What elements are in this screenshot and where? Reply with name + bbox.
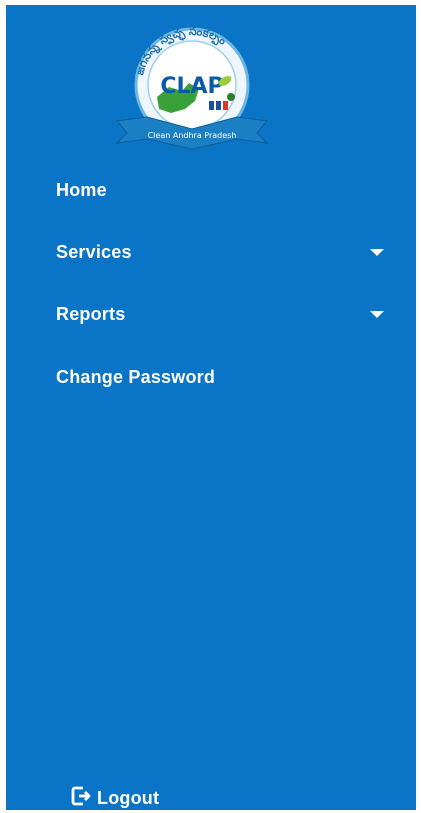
- logo-text: CLAP: [160, 74, 223, 99]
- nav-item-home[interactable]: Home: [56, 170, 396, 210]
- logo-ribbon-text: Clean Andhra Pradesh: [148, 131, 237, 140]
- nav-item-reports[interactable]: Reports: [56, 294, 396, 334]
- sidebar: జగనన్న స్వచ్ఛ సంకల్పం CLAP Clean Andhra …: [6, 5, 416, 810]
- nav-item-label: Change Password: [56, 367, 216, 387]
- clap-logo-image: జగనన్న స్వచ్ఛ సంకల్పం CLAP Clean Andhra …: [115, 25, 269, 150]
- nav-item-label: Reports: [56, 304, 126, 324]
- caret-down-icon: [370, 310, 384, 318]
- logout-button[interactable]: Logout: [71, 783, 159, 813]
- nav-item-label: Services: [56, 242, 132, 262]
- logout-label: Logout: [97, 787, 160, 808]
- nav-item-services[interactable]: Services: [56, 232, 396, 272]
- logout-icon: [71, 785, 91, 812]
- clap-logo: జగనన్న స్వచ్ఛ సంకల్పం CLAP Clean Andhra …: [97, 25, 287, 155]
- nav-item-change-password[interactable]: Change Password: [56, 357, 396, 397]
- nav-item-label: Home: [56, 180, 107, 200]
- caret-down-icon: [370, 248, 384, 256]
